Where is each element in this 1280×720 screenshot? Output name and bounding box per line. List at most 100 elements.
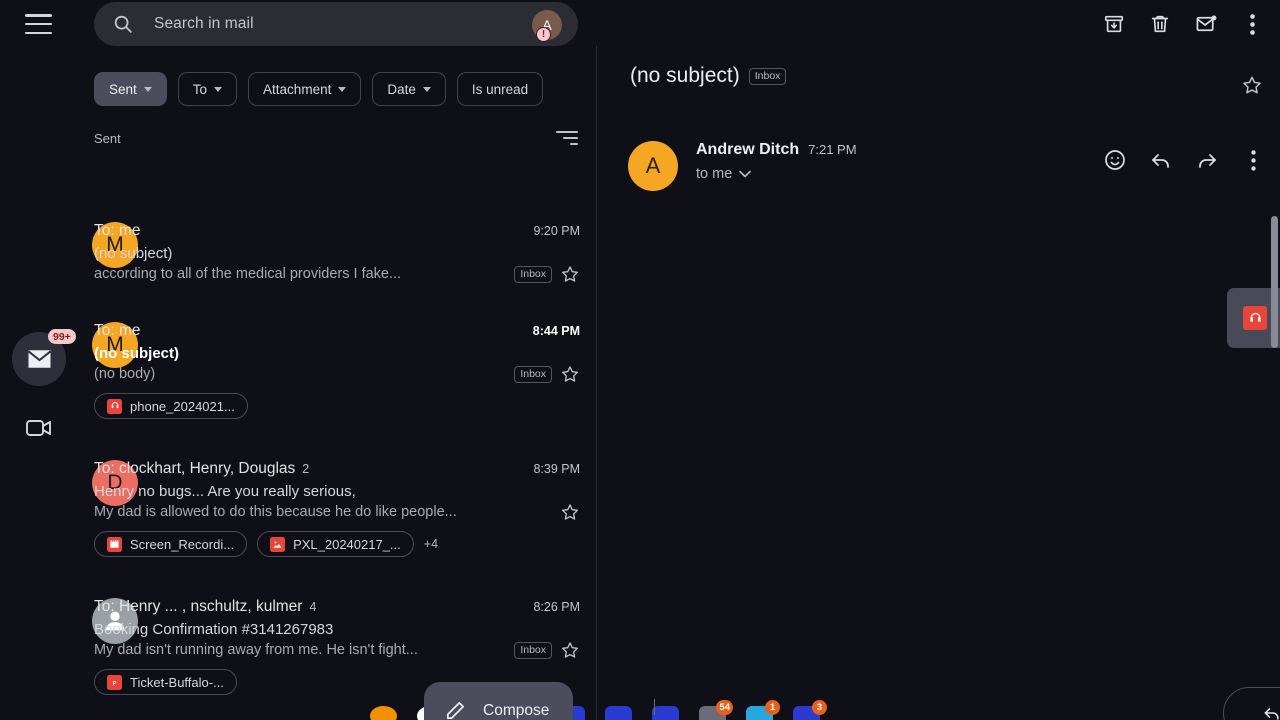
chevron-down-icon	[143, 86, 152, 92]
table-row[interactable]: D To: clockhart, Henry, Douglas 2 8:39 PM…	[0, 460, 596, 557]
attachment-chip[interactable]: Screen_Recordi...	[94, 531, 248, 557]
status-badge: 1	[765, 700, 780, 715]
snippet-text: according to all of the medical provider…	[94, 266, 402, 282]
filter-chip-label: Date	[387, 81, 416, 97]
image-file-icon	[270, 536, 286, 552]
add-reaction-icon[interactable]	[1102, 147, 1128, 173]
filter-chip-attachment[interactable]: Attachment	[248, 72, 362, 106]
list-item[interactable]: 3	[793, 700, 827, 720]
filter-chip-date[interactable]: Date	[372, 72, 446, 106]
attachment-chip[interactable]: P Ticket-Buffalo-...	[94, 669, 237, 695]
message-meta: Andrew Ditch 7:21 PM to me	[696, 141, 1102, 182]
status-badge: Inbox	[514, 365, 552, 383]
gmail-app-window: Search in mail A ! Sent To Attachment Da…	[0, 0, 1280, 720]
mail-glyph-icon	[27, 350, 51, 368]
timestamp: 9:20 PM	[533, 224, 580, 238]
search-icon	[114, 15, 132, 33]
forward-icon[interactable]	[1194, 147, 1220, 173]
svg-text:P: P	[113, 680, 117, 686]
message-timestamp: 7:21 PM	[808, 142, 857, 157]
filter-chip-label: Attachment	[263, 81, 332, 97]
search-bar[interactable]: Search in mail A !	[94, 2, 578, 46]
message-detail-pane: (no subject) Inbox A Andrew Ditch 7:21 P…	[597, 48, 1280, 720]
chevron-down-icon	[338, 86, 347, 92]
thread-count: 4	[309, 600, 317, 614]
audio-file-icon	[107, 398, 122, 414]
filter-chip-to[interactable]: To	[177, 72, 238, 106]
subject-line: Booking Confirmation #3141267983	[94, 621, 334, 638]
mail-row-content: To: me 8:44 PM (no subject) (no body) In…	[94, 322, 580, 419]
status-badge: Inbox	[514, 265, 552, 283]
filter-chip-label: Is unread	[471, 81, 529, 97]
snippet-text: (no body)	[94, 366, 156, 382]
message-action-bar	[1102, 147, 1266, 173]
attachment-chip[interactable]: PXL_20240217_...	[257, 531, 414, 557]
star-outline-icon[interactable]	[560, 264, 580, 284]
recipient-expander[interactable]: to me	[696, 166, 1102, 182]
attachment-chip[interactable]: phone_2024021...	[94, 393, 248, 419]
system-taskbar: 3 54 1 3 7:21 PM	[0, 698, 1280, 720]
sort-filter-icon[interactable]	[556, 131, 578, 145]
pencil-icon	[446, 701, 465, 720]
avatar[interactable]: A !	[532, 10, 562, 42]
timestamp: 8:26 PM	[533, 600, 580, 614]
star-outline-icon[interactable]	[1241, 74, 1263, 96]
list-item[interactable]: 54	[699, 700, 733, 720]
audio-file-icon	[1243, 306, 1267, 330]
status-badge: Inbox	[514, 641, 552, 659]
snippet-text: My dad is allowed to do this because he …	[94, 504, 457, 520]
attachment-name: phone_2024021...	[130, 398, 235, 414]
table-row[interactable]: M To: me 8:44 PM (no subject) (no body) …	[0, 322, 596, 419]
list-item[interactable]	[605, 706, 632, 720]
archive-icon[interactable]	[1096, 6, 1132, 42]
list-item[interactable]: 1	[746, 700, 780, 720]
avatar: A	[628, 141, 678, 191]
recipient-line: To: me	[94, 222, 141, 239]
compose-button[interactable]: Compose	[424, 682, 574, 720]
filter-chip-label: Sent	[109, 81, 137, 97]
top-action-bar	[1096, 6, 1270, 42]
unread-count-badge: 99+	[48, 329, 76, 344]
filter-chip-sent[interactable]: Sent	[94, 72, 167, 106]
star-outline-icon[interactable]	[560, 640, 580, 660]
video-call-icon[interactable]	[26, 418, 52, 438]
mail-list: M To: me 9:20 PM (no subject) according …	[0, 160, 596, 720]
star-outline-icon[interactable]	[560, 364, 580, 384]
recipient-names: To: Henry ... , nschultz, kulmer	[94, 598, 303, 615]
page-title: (no subject) Inbox	[630, 64, 787, 88]
hamburger-menu-icon[interactable]	[25, 14, 52, 34]
filter-chip-is-unread[interactable]: Is unread	[456, 72, 544, 106]
mail-row-content: To: clockhart, Henry, Douglas 2 8:39 PM H…	[94, 460, 580, 557]
status-badge: 54	[716, 700, 733, 715]
recipient-line: To: me	[94, 322, 141, 339]
search-input[interactable]: Search in mail	[154, 15, 254, 33]
list-item[interactable]	[652, 706, 679, 720]
more-options-icon[interactable]	[1234, 6, 1270, 42]
subject-line: Henry no bugs... Are you really serious,	[94, 483, 356, 500]
attachment-chip-row: Screen_Recordi... PXL_20240217_... +4	[94, 531, 580, 557]
chevron-down-icon	[214, 86, 223, 92]
star-outline-icon[interactable]	[560, 502, 580, 522]
list-item[interactable]	[370, 706, 397, 720]
attachment-chip-row: phone_2024021...	[94, 393, 580, 419]
recipient-label: to me	[696, 166, 733, 182]
list-header: Sent	[94, 126, 578, 150]
message-more-icon[interactable]	[1240, 147, 1266, 173]
recipient-names: To: clockhart, Henry, Douglas	[94, 460, 296, 477]
table-row[interactable]: M To: me 9:20 PM (no subject) according …	[0, 222, 596, 284]
list-header-label: Sent	[94, 130, 121, 146]
delete-icon[interactable]	[1142, 6, 1178, 42]
timestamp: 8:44 PM	[532, 324, 580, 338]
message-header: A Andrew Ditch 7:21 PM to me	[628, 141, 1266, 191]
reply-icon[interactable]	[1148, 147, 1174, 173]
subject-line: (no subject)	[94, 245, 173, 262]
taskbar-divider	[654, 699, 655, 715]
table-row[interactable]: To: Henry ... , nschultz, kulmer 4 8:26 P…	[0, 598, 596, 695]
mark-unread-icon[interactable]	[1188, 6, 1224, 42]
timestamp: 8:39 PM	[533, 462, 580, 476]
filter-chip-row: Sent To Attachment Date Is unread	[94, 72, 544, 106]
mail-list-pane: Sent To Attachment Date Is unread Sent M…	[0, 48, 596, 720]
video-file-icon	[107, 536, 122, 552]
vertical-scrollbar[interactable]	[1271, 216, 1278, 348]
mail-icon[interactable]: 99+	[12, 329, 76, 386]
